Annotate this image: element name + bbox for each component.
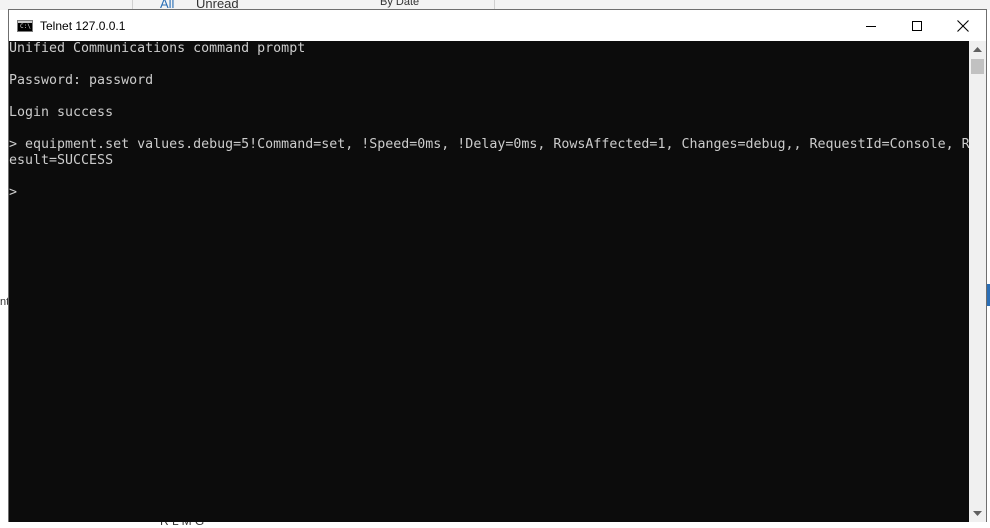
close-button[interactable] (940, 10, 986, 41)
vertical-scrollbar[interactable] (969, 41, 986, 522)
console-icon[interactable]: C:\ (17, 19, 33, 32)
maximize-icon (912, 20, 922, 31)
console-output[interactable]: Unified Communications command prompt Pa… (9, 41, 970, 522)
maximize-button[interactable] (894, 10, 940, 41)
close-icon (957, 19, 969, 32)
console-line: Password: password (9, 73, 154, 88)
console-line: Login success (9, 105, 114, 120)
console-line: Unified Communications command prompt (9, 41, 306, 56)
scrollbar-thumb[interactable] (971, 59, 984, 74)
console-line: esult=SUCCESS (9, 153, 114, 168)
console-prompt: > (9, 185, 18, 200)
window-title: Telnet 127.0.0.1 (40, 18, 126, 33)
scroll-up-arrow-icon[interactable] (969, 41, 986, 58)
window-controls (848, 10, 986, 41)
scroll-down-arrow-icon[interactable] (969, 505, 986, 522)
telnet-window: C:\ Telnet 127.0.0.1 Unified Communicati… (8, 9, 987, 522)
minimize-button[interactable] (848, 10, 894, 41)
minimize-icon (866, 25, 876, 27)
title-bar[interactable]: C:\ Telnet 127.0.0.1 (9, 10, 986, 41)
background-sort-label: By Date (380, 0, 420, 8)
console-line: > equipment.set values.debug=5!Command=s… (9, 137, 970, 152)
